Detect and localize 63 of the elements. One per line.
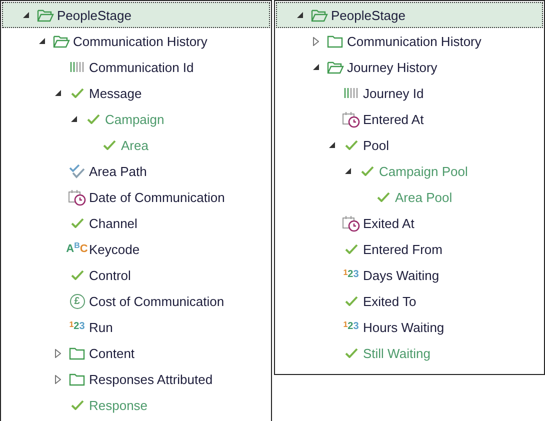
check-icon: [70, 400, 84, 410]
open-folder-icon: [52, 34, 70, 48]
collapse-arrow-icon[interactable]: [344, 168, 352, 174]
expand-arrow-icon[interactable]: [55, 348, 61, 358]
tree-item[interactable]: Keycode: [89, 242, 140, 256]
open-folder-icon: [36, 8, 54, 22]
tree-item[interactable]: Content: [89, 346, 135, 360]
collapse-arrow-icon[interactable]: [70, 116, 78, 122]
check-icon: [360, 166, 374, 176]
expand-arrow-icon[interactable]: [313, 36, 319, 46]
check-icon: [102, 140, 116, 150]
tree-item[interactable]: Entered From: [363, 242, 442, 256]
open-folder-icon: [310, 8, 328, 22]
check-icon: [344, 296, 358, 306]
tree-item[interactable]: Channel: [89, 216, 138, 230]
check-icon: [70, 218, 84, 228]
barcode-icon: [70, 62, 84, 72]
calendar-clock-icon: [342, 110, 360, 128]
tree-item[interactable]: Journey History: [347, 60, 438, 74]
tree-item[interactable]: Run: [89, 320, 113, 334]
tree-item[interactable]: Area Path: [89, 164, 147, 178]
check-icon: [70, 88, 84, 98]
collapse-arrow-icon[interactable]: [54, 90, 62, 96]
collapse-arrow-icon[interactable]: [38, 38, 46, 44]
double-check-icon: [69, 164, 85, 178]
check-icon: [344, 348, 358, 358]
tree-item[interactable]: Communication History: [73, 34, 208, 48]
check-icon: [86, 114, 100, 124]
tree-item[interactable]: Responses Attributed: [89, 372, 213, 386]
tree-item[interactable]: Entered At: [363, 112, 424, 126]
collapse-arrow-icon[interactable]: [328, 142, 336, 148]
tree-item[interactable]: Control: [89, 268, 131, 282]
folder-icon: [69, 346, 85, 360]
check-icon: [344, 244, 358, 254]
collapse-arrow-icon[interactable]: [296, 12, 304, 18]
currency-icon: £: [70, 294, 84, 308]
check-icon: [70, 270, 84, 280]
open-folder-icon: [326, 60, 344, 74]
selected-tree-row[interactable]: PeopleStage: [276, 2, 543, 28]
check-icon: [376, 192, 390, 202]
collapse-arrow-icon[interactable]: [312, 64, 320, 70]
calendar-clock-icon: [342, 214, 360, 232]
tree-item[interactable]: Cost of Communication: [89, 294, 224, 308]
collapse-arrow-icon[interactable]: [22, 12, 30, 18]
barcode-icon: [344, 88, 358, 98]
tree-item[interactable]: PeopleStage: [331, 8, 406, 22]
tree-item[interactable]: Exited At: [363, 216, 414, 230]
tree-item[interactable]: PeopleStage: [57, 8, 132, 22]
folder-icon: [327, 34, 343, 48]
tree-item[interactable]: Message: [89, 86, 142, 100]
expand-arrow-icon[interactable]: [55, 374, 61, 384]
calendar-clock-icon: [68, 188, 86, 206]
tree-item[interactable]: Hours Waiting: [363, 320, 444, 334]
tree-item[interactable]: Journey Id: [363, 86, 424, 100]
tree-item[interactable]: Days Waiting: [363, 268, 440, 282]
selected-tree-row[interactable]: PeopleStage: [2, 2, 270, 28]
tree-item[interactable]: Date of Communication: [89, 190, 225, 204]
tree-item[interactable]: Communication Id: [89, 60, 194, 74]
tree-item[interactable]: Communication History: [347, 34, 482, 48]
tree-item[interactable]: Pool: [363, 138, 390, 152]
check-icon: [344, 140, 358, 150]
folder-icon: [69, 372, 85, 386]
tree-item[interactable]: Exited To: [363, 294, 416, 308]
